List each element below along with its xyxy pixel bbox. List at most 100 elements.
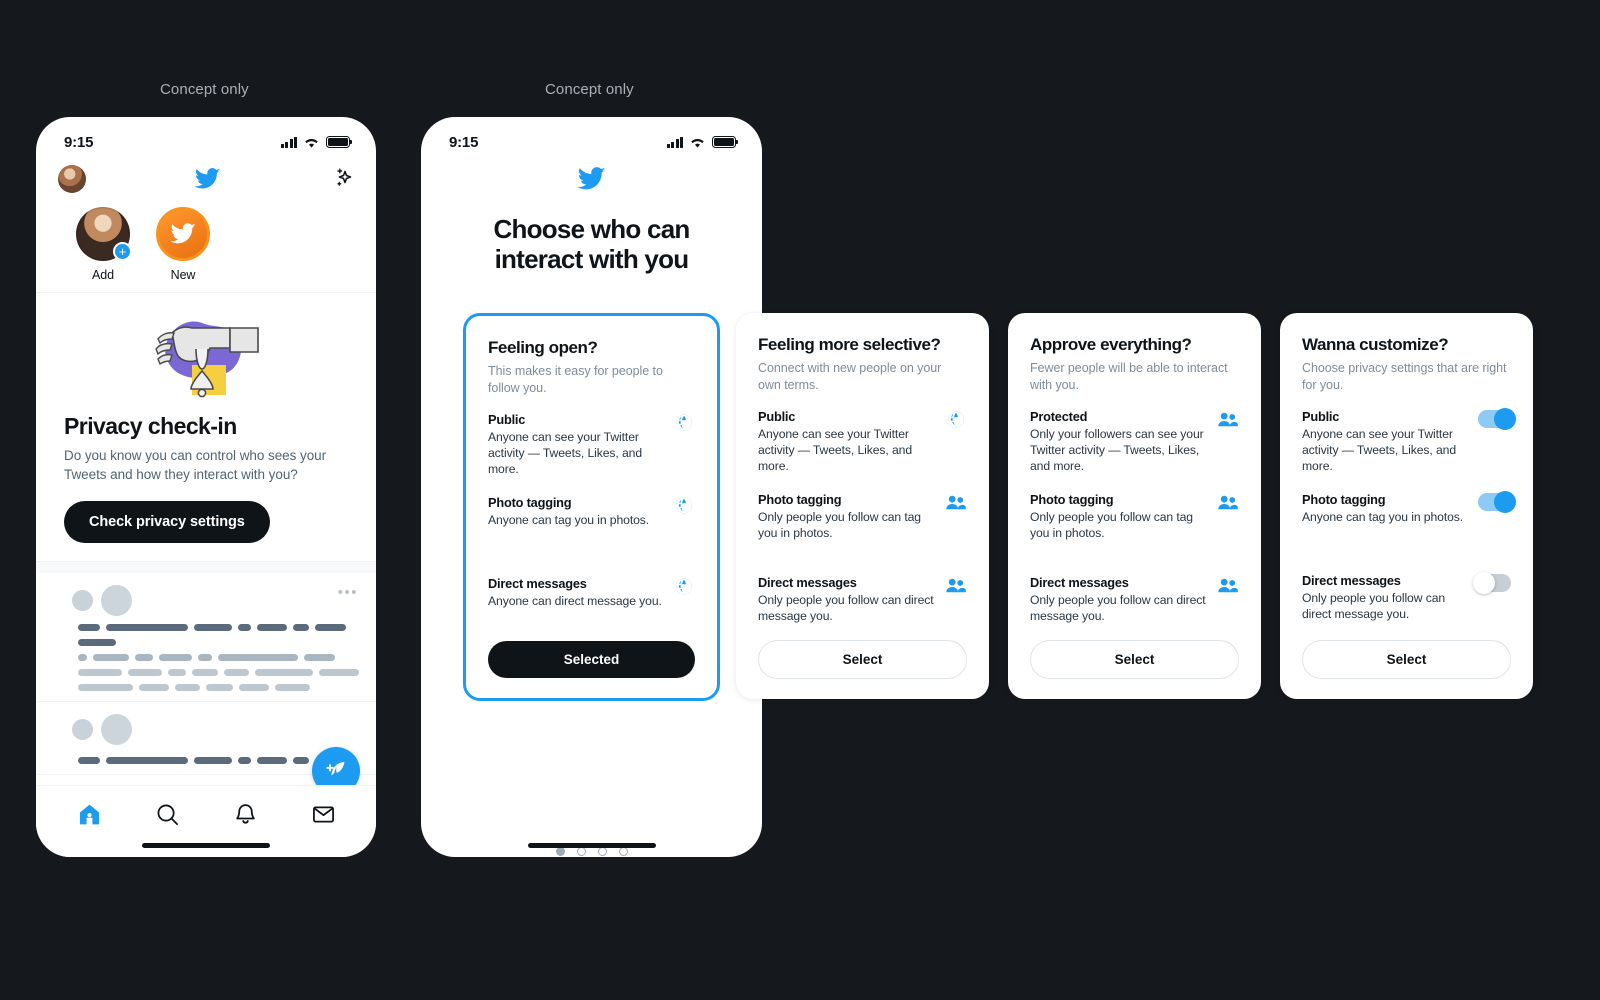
- option-name: Photo tagging: [488, 495, 572, 511]
- pagination-dot[interactable]: [597, 847, 607, 856]
- privacy-option-card-feeling-more-selective[interactable]: Feeling more selective? Connect with new…: [736, 313, 989, 699]
- concept-only-label-phone2: Concept only: [545, 81, 634, 98]
- option-list: Public Anyone can see your Twitter activ…: [1302, 407, 1516, 623]
- twitter-logo: [421, 159, 762, 200]
- cellular-signal-icon: [666, 136, 683, 148]
- status-indicators: [280, 136, 353, 149]
- battery-icon: [712, 136, 739, 148]
- search-icon[interactable]: [155, 802, 180, 827]
- skeleton-avatar-large: [101, 585, 132, 617]
- option-row: Photo tagging Anyone can tag you in phot…: [1302, 491, 1516, 525]
- option-row: Public Anyone can see your Twitter activ…: [758, 409, 967, 474]
- option-description: Anyone can see your Twitter activity — T…: [488, 429, 643, 476]
- skeleton-avatar-large: [101, 714, 132, 746]
- tweet-skeleton[interactable]: •••: [36, 573, 376, 703]
- page-title: Choose who can interact with you: [493, 214, 690, 275]
- option-row: Photo tagging Anyone can tag you in phot…: [488, 495, 695, 528]
- skeleton-avatar-small: [72, 719, 93, 741]
- option-description: Only people you follow can direct messag…: [758, 593, 934, 624]
- envelope-icon[interactable]: [311, 802, 336, 827]
- option-name: Photo tagging: [758, 492, 842, 508]
- option-list: Public Anyone can see your Twitter activ…: [488, 412, 695, 609]
- privacy-option-card-wanna-customize[interactable]: Wanna customize? Choose privacy settings…: [1280, 313, 1533, 699]
- card-subtitle: This makes it easy for people to follow …: [488, 364, 663, 395]
- pagination-dot[interactable]: [555, 847, 565, 856]
- concept-only-label-phone1: Concept only: [160, 81, 249, 98]
- sparkle-icon[interactable]: [328, 166, 354, 192]
- status-time: 9:15: [449, 133, 479, 151]
- battery-icon: [326, 136, 353, 148]
- option-name: Public: [1302, 408, 1340, 424]
- option-description: Anyone can see your Twitter activity — T…: [1302, 426, 1457, 473]
- option-row: Direct messages Only people you follow c…: [758, 575, 967, 624]
- option-description: Anyone can direct message you.: [488, 594, 662, 609]
- direct-messages-toggle[interactable]: [1473, 572, 1511, 595]
- option-description: Only your followers can see your Twitter…: [1030, 426, 1204, 473]
- option-row: Direct messages Only people you follow c…: [1030, 575, 1239, 624]
- hand-holding-bell-illustration: [64, 307, 348, 403]
- option-row: Direct messages Anyone can direct messag…: [488, 576, 695, 609]
- fleet-new-label: New: [170, 268, 196, 282]
- option-description: Only people you follow can direct messag…: [1030, 593, 1206, 624]
- feed-divider: [36, 562, 376, 574]
- twitter-bird-icon: [193, 168, 220, 189]
- option-list: Protected Only your followers can see yo…: [1030, 409, 1239, 625]
- carousel-pagination: [421, 847, 762, 856]
- option-description: Only people you follow can direct messag…: [1302, 591, 1446, 622]
- status-bar: 9:15: [36, 117, 376, 159]
- tweet-avatars: [72, 714, 362, 746]
- option-row: Public Anyone can see your Twitter activ…: [488, 412, 695, 477]
- option-description: Anyone can see your Twitter activity — T…: [758, 426, 913, 473]
- fleet-add-label: Add: [92, 268, 114, 282]
- public-toggle[interactable]: [1478, 407, 1516, 430]
- card-title: Feeling open?: [488, 338, 598, 357]
- privacy-option-card-approve-everything[interactable]: Approve everything? Fewer people will be…: [1008, 313, 1261, 699]
- privacy-option-card-feeling-open[interactable]: Feeling open? This makes it easy for peo…: [463, 313, 720, 701]
- fleet-new[interactable]: New: [154, 207, 212, 282]
- status-bar: 9:15: [421, 117, 762, 159]
- add-fleet-avatar: +: [76, 207, 132, 261]
- option-description: Only people you follow can tag you in ph…: [1030, 510, 1193, 541]
- option-row: Direct messages Only people you follow c…: [1302, 572, 1511, 622]
- app-top-bar: [36, 159, 376, 203]
- plus-icon: +: [113, 242, 132, 261]
- people-icon: [1217, 492, 1239, 512]
- card-subtitle: Connect with new people on your own term…: [758, 361, 942, 392]
- twitter-bird-icon: [577, 167, 606, 190]
- avatar[interactable]: [58, 165, 86, 193]
- status-indicators: [666, 136, 739, 149]
- home-icon[interactable]: [77, 802, 102, 827]
- wifi-icon: [691, 138, 704, 148]
- select-button[interactable]: Select: [1302, 640, 1511, 679]
- select-button[interactable]: Select: [758, 640, 967, 679]
- option-name: Photo tagging: [1302, 492, 1386, 508]
- photo-tagging-toggle[interactable]: [1478, 491, 1516, 514]
- page-title: Privacy check-in: [64, 413, 237, 439]
- selected-button[interactable]: Selected: [488, 641, 695, 678]
- option-name: Direct messages: [758, 575, 857, 591]
- people-icon: [945, 575, 967, 595]
- fleet-add[interactable]: + Add: [74, 207, 132, 282]
- globe-icon: [673, 412, 695, 432]
- option-name: Direct messages: [488, 576, 587, 592]
- toggle-knob: [1473, 572, 1495, 595]
- phone-mockup-home: 9:15 + Add New Privacy check-in Do you k…: [36, 117, 376, 857]
- option-row: Public Anyone can see your Twitter activ…: [1302, 407, 1516, 474]
- skeleton-avatar-small: [72, 590, 93, 612]
- select-button[interactable]: Select: [1030, 640, 1239, 679]
- promo-subtitle: Do you know you can control who sees you…: [64, 448, 327, 482]
- twitter-bird-icon: [170, 223, 196, 244]
- people-icon: [945, 492, 967, 512]
- status-time: 9:15: [64, 133, 94, 151]
- globe-icon: [673, 576, 695, 596]
- globe-icon: [673, 495, 695, 515]
- option-name: Protected: [1030, 408, 1088, 424]
- people-icon: [1217, 575, 1239, 595]
- option-list: Public Anyone can see your Twitter activ…: [758, 409, 967, 625]
- check-privacy-settings-button[interactable]: Check privacy settings: [64, 501, 270, 544]
- pagination-dot[interactable]: [576, 847, 586, 856]
- bell-icon[interactable]: [233, 802, 258, 827]
- pagination-dot[interactable]: [618, 847, 628, 856]
- privacy-checkin-promo: Privacy check-in Do you know you can con…: [36, 293, 376, 563]
- option-name: Photo tagging: [1030, 492, 1114, 508]
